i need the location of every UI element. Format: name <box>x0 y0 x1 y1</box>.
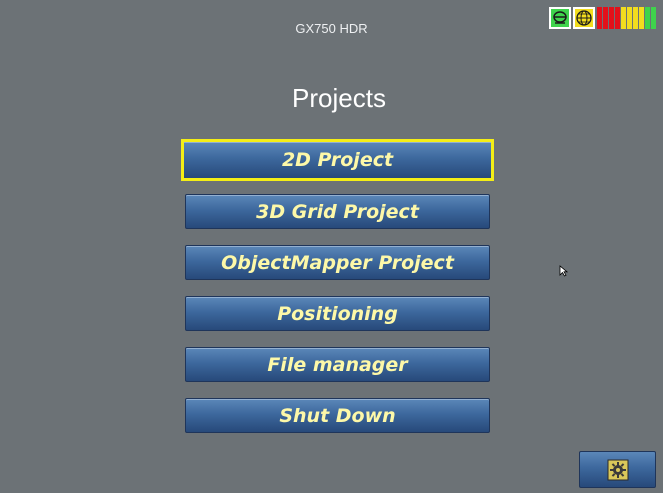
menu-button-objectmapper-project[interactable]: ObjectMapper Project <box>185 245 490 280</box>
page-title: Projects <box>292 83 386 113</box>
menu-button-positioning[interactable]: Positioning <box>185 296 490 331</box>
mouse-pointer-icon <box>559 262 569 281</box>
gps-icon <box>549 7 571 29</box>
gear-icon <box>607 459 628 480</box>
globe-icon <box>573 7 595 29</box>
menu-button-file-manager[interactable]: File manager <box>185 347 490 382</box>
menu-button-2d-project[interactable]: 2D Project <box>181 139 494 181</box>
status-indicators <box>547 7 663 31</box>
settings-button[interactable] <box>579 451 656 488</box>
menu-button-3d-grid-project[interactable]: 3D Grid Project <box>185 194 490 229</box>
signal-strength-icon <box>597 7 663 29</box>
menu-button-shut-down[interactable]: Shut Down <box>185 398 490 433</box>
